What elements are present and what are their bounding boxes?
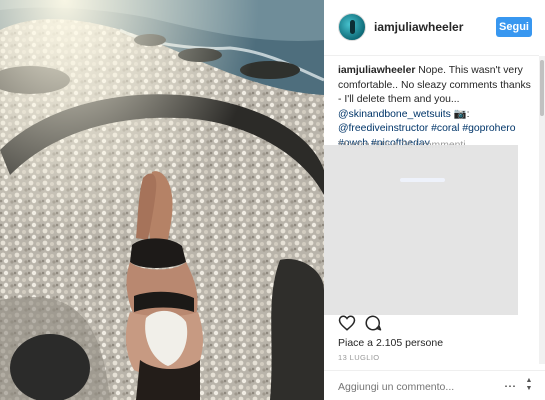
beach-photo [0,0,324,400]
instagram-post-modal: iamjuliawheeler Segui iamjuliawheeler No… [0,0,545,400]
post-header: iamjuliawheeler Segui [324,0,539,56]
loading-overlay [324,145,518,315]
post-photo[interactable] [0,0,324,400]
post-date[interactable]: 13 LUGLIO [338,353,380,362]
author-username[interactable]: iamjuliawheeler [374,20,463,34]
hashtag-link[interactable]: #goprohero [459,123,515,134]
comment-input[interactable] [338,379,498,395]
heart-icon[interactable] [338,314,358,334]
scroll-arrows-icon[interactable]: ▲ ▼ [524,377,534,395]
post-side-panel: iamjuliawheeler Segui iamjuliawheeler No… [324,0,545,400]
mention-link[interactable]: @skinandbone_wetsuits [338,109,451,120]
caption-username[interactable]: iamjuliawheeler [338,65,415,76]
comment-bar: ⋯ ▲▼ [324,370,545,400]
more-icon[interactable]: ⋯ [504,379,518,393]
scrollbar-thumb[interactable] [540,60,544,116]
likes-count[interactable]: Piace a 2.105 persone [338,337,443,349]
post-caption: iamjuliawheeler Nope. This wasn't very c… [338,64,531,151]
mention-link[interactable]: @freediveinstructor [338,123,428,134]
scrollbar[interactable] [539,56,545,364]
camera-emoji: 📷: [450,108,470,120]
comment-icon[interactable] [364,314,384,334]
post-actions [338,314,398,336]
follow-button[interactable]: Segui [496,17,532,37]
avatar[interactable] [338,13,366,41]
loading-indicator [400,178,445,182]
hashtag-link[interactable]: #coral [428,123,459,134]
